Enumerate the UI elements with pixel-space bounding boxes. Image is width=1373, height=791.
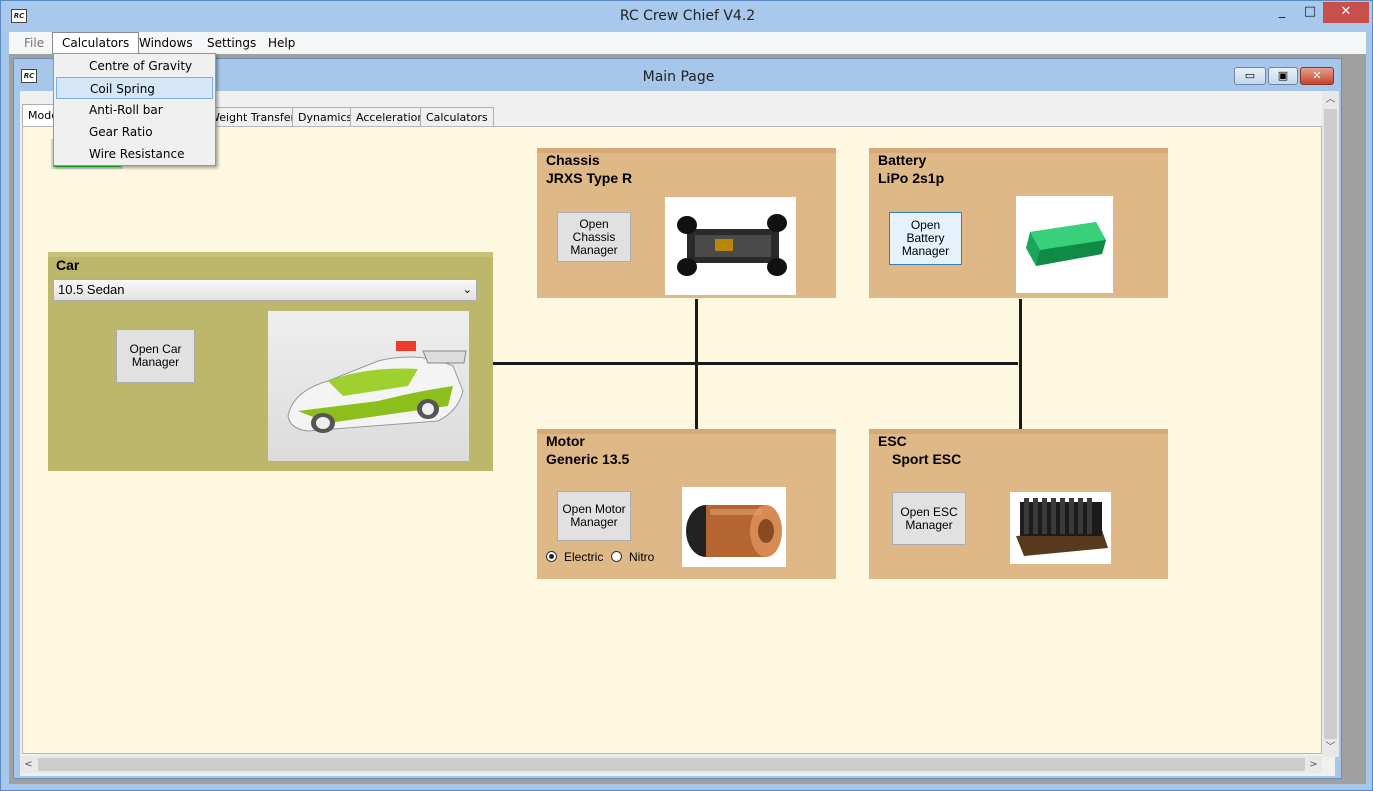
app-title: RC Crew Chief V4.2 (619, 8, 756, 24)
tab-calculators[interactable]: Calculators (420, 107, 494, 126)
motor-panel: Motor Generic 13.5 Open Motor Manager El… (537, 429, 836, 579)
connector-line-battery-esc (1019, 299, 1022, 429)
tab-dynamics[interactable]: Dynamics (292, 107, 359, 126)
menu-windows[interactable]: Windows (130, 32, 202, 54)
menu-bar: File Calculators Windows Settings Help (9, 32, 1366, 54)
scroll-right-icon[interactable]: > (1305, 756, 1322, 773)
menu-item-gear-ratio[interactable]: Gear Ratio (56, 121, 213, 143)
car-select[interactable]: 10.5 Sedan ⌄ (53, 279, 477, 301)
calculators-dropdown-menu: Centre of Gravity Coil Spring Anti-Roll … (53, 53, 216, 166)
vertical-scrollbar[interactable]: ︿ ﹀ (1322, 91, 1339, 757)
battery-panel-title: Battery (878, 152, 927, 168)
radio-nitro[interactable]: Nitro (611, 550, 661, 564)
open-esc-manager-button[interactable]: Open ESC Manager (892, 492, 966, 545)
horizontal-scroll-thumb[interactable] (38, 758, 1305, 771)
chassis-name: JRXS Type R (546, 170, 633, 186)
battery-name: LiPo 2s1p (878, 170, 945, 186)
chassis-panel: Chassis JRXS Type R Open Chassis Manager (537, 148, 836, 298)
maximize-button[interactable]: □ (1297, 2, 1323, 22)
car-panel: Car 10.5 Sedan ⌄ Open Car Manager (48, 252, 493, 471)
esc-photo (1010, 492, 1111, 564)
esc-name: Sport ESC (892, 451, 962, 467)
connector-line-horizontal (493, 362, 1018, 365)
battery-panel: Battery LiPo 2s1p Open Battery Manager (869, 148, 1168, 298)
tab-acceleration[interactable]: Acceleration (350, 107, 431, 126)
radio-electric-label: Electric (564, 550, 604, 564)
tab-weight-transfer[interactable]: Weight Transfer (203, 107, 302, 126)
child-minimize-button[interactable]: ▭ (1234, 67, 1266, 85)
chassis-photo (665, 197, 796, 295)
motor-photo (682, 487, 786, 567)
car-select-value: 10.5 Sedan (58, 282, 125, 297)
motor-panel-title: Motor (546, 433, 585, 449)
menu-item-centre-of-gravity[interactable]: Centre of Gravity (56, 55, 213, 77)
child-close-button[interactable]: ✕ (1300, 67, 1334, 85)
radio-selected-dot (549, 554, 554, 559)
vertical-scroll-thumb[interactable] (1324, 109, 1337, 739)
menu-calculators[interactable]: Calculators (52, 32, 140, 54)
chassis-panel-title: Chassis (546, 152, 600, 168)
motor-name: Generic 13.5 (546, 451, 630, 467)
scroll-down-icon[interactable]: ﹀ (1322, 739, 1339, 756)
menu-settings[interactable]: Settings (198, 32, 265, 54)
app-window: RC RC Crew Chief V4.2 _ □ ✕ File Calcula… (0, 0, 1373, 791)
menu-help[interactable]: Help (259, 32, 304, 54)
car-photo (268, 311, 469, 461)
car-panel-title: Car (56, 257, 80, 273)
horizontal-scrollbar[interactable]: < > (20, 756, 1322, 773)
minimize-button[interactable]: _ (1267, 2, 1297, 22)
close-button[interactable]: ✕ (1323, 2, 1369, 23)
radio-nitro-circle (611, 551, 622, 562)
esc-panel: ESC Sport ESC Open ESC Manager (869, 429, 1168, 579)
esc-panel-title: ESC (878, 433, 907, 449)
menu-item-anti-roll-bar[interactable]: Anti-Roll bar (56, 99, 213, 121)
menu-item-wire-resistance[interactable]: Wire Resistance (56, 143, 213, 165)
child-client-area: Model Weight Transfer Dynamics Accelerat… (20, 91, 1339, 776)
chevron-down-icon: ⌄ (462, 284, 472, 296)
battery-photo (1016, 196, 1113, 293)
child-restore-button[interactable]: ▣ (1268, 67, 1298, 85)
open-chassis-manager-button[interactable]: Open Chassis Manager (557, 212, 631, 262)
connector-line-chassis-motor (695, 299, 698, 429)
open-car-manager-button[interactable]: Open Car Manager (116, 329, 195, 383)
open-battery-manager-button[interactable]: Open Battery Manager (889, 212, 962, 265)
model-tab-page: Car 10.5 Sedan ⌄ Open Car Manager Chassi… (22, 126, 1322, 754)
main-page-window: RC Main Page ▭ ▣ ✕ Model Weight Transfer… (13, 58, 1342, 779)
menu-item-coil-spring[interactable]: Coil Spring (56, 77, 213, 99)
scroll-up-icon[interactable]: ︿ (1322, 91, 1339, 108)
radio-nitro-label: Nitro (629, 550, 655, 564)
title-bar[interactable]: RC RC Crew Chief V4.2 _ □ ✕ (1, 1, 1372, 31)
menu-file[interactable]: File (15, 32, 53, 54)
radio-electric-circle (546, 551, 557, 562)
open-motor-manager-button[interactable]: Open Motor Manager (557, 491, 631, 541)
scroll-left-icon[interactable]: < (20, 756, 37, 773)
radio-electric[interactable]: Electric (546, 550, 612, 564)
